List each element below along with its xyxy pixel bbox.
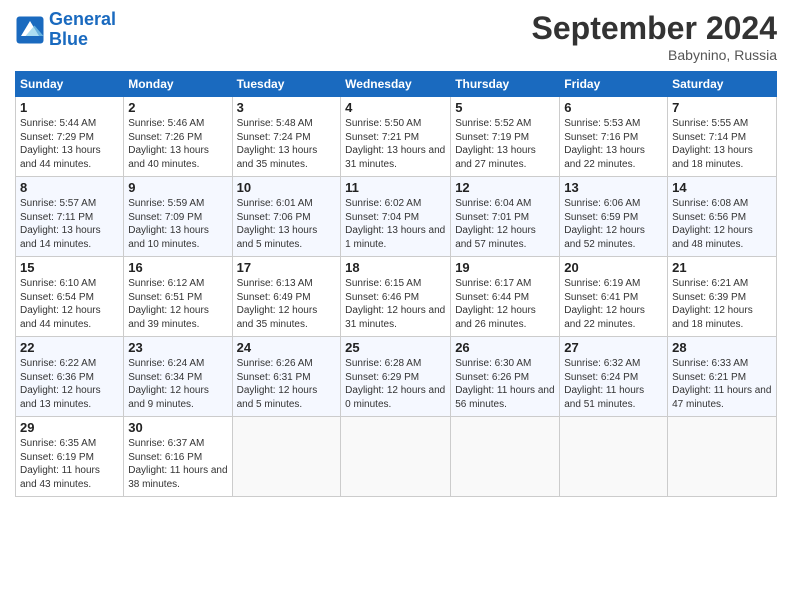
table-row: 21Sunrise: 6:21 AMSunset: 6:39 PMDayligh…	[668, 257, 777, 337]
logo: General Blue	[15, 10, 116, 50]
month-title: September 2024	[532, 10, 777, 47]
table-row: 2Sunrise: 5:46 AMSunset: 7:26 PMDaylight…	[124, 97, 232, 177]
table-row	[341, 417, 451, 497]
table-row: 26Sunrise: 6:30 AMSunset: 6:26 PMDayligh…	[451, 337, 560, 417]
table-row: 7Sunrise: 5:55 AMSunset: 7:14 PMDaylight…	[668, 97, 777, 177]
logo-name: General Blue	[49, 10, 116, 50]
table-row: 4Sunrise: 5:50 AMSunset: 7:21 PMDaylight…	[341, 97, 451, 177]
table-row: 15Sunrise: 6:10 AMSunset: 6:54 PMDayligh…	[16, 257, 124, 337]
table-row: 1Sunrise: 5:44 AMSunset: 7:29 PMDaylight…	[16, 97, 124, 177]
table-row: 17Sunrise: 6:13 AMSunset: 6:49 PMDayligh…	[232, 257, 341, 337]
col-tuesday: Tuesday	[232, 72, 341, 97]
col-thursday: Thursday	[451, 72, 560, 97]
table-row: 19Sunrise: 6:17 AMSunset: 6:44 PMDayligh…	[451, 257, 560, 337]
table-row	[451, 417, 560, 497]
calendar-table: Sunday Monday Tuesday Wednesday Thursday…	[15, 71, 777, 497]
col-saturday: Saturday	[668, 72, 777, 97]
table-row: 29Sunrise: 6:35 AMSunset: 6:19 PMDayligh…	[16, 417, 124, 497]
title-block: September 2024 Babynino, Russia	[532, 10, 777, 63]
table-row: 3Sunrise: 5:48 AMSunset: 7:24 PMDaylight…	[232, 97, 341, 177]
table-row: 12Sunrise: 6:04 AMSunset: 7:01 PMDayligh…	[451, 177, 560, 257]
table-row: 5Sunrise: 5:52 AMSunset: 7:19 PMDaylight…	[451, 97, 560, 177]
location-subtitle: Babynino, Russia	[532, 47, 777, 63]
col-friday: Friday	[560, 72, 668, 97]
table-row: 14Sunrise: 6:08 AMSunset: 6:56 PMDayligh…	[668, 177, 777, 257]
logo-text: General Blue	[49, 10, 116, 50]
table-row: 25Sunrise: 6:28 AMSunset: 6:29 PMDayligh…	[341, 337, 451, 417]
table-row: 24Sunrise: 6:26 AMSunset: 6:31 PMDayligh…	[232, 337, 341, 417]
table-row: 20Sunrise: 6:19 AMSunset: 6:41 PMDayligh…	[560, 257, 668, 337]
main-container: General Blue September 2024 Babynino, Ru…	[0, 0, 792, 502]
header: General Blue September 2024 Babynino, Ru…	[15, 10, 777, 63]
table-row: 27Sunrise: 6:32 AMSunset: 6:24 PMDayligh…	[560, 337, 668, 417]
table-row	[560, 417, 668, 497]
table-row: 6Sunrise: 5:53 AMSunset: 7:16 PMDaylight…	[560, 97, 668, 177]
table-row	[232, 417, 341, 497]
logo-icon	[15, 15, 45, 45]
header-row: Sunday Monday Tuesday Wednesday Thursday…	[16, 72, 777, 97]
table-row: 11Sunrise: 6:02 AMSunset: 7:04 PMDayligh…	[341, 177, 451, 257]
table-row: 18Sunrise: 6:15 AMSunset: 6:46 PMDayligh…	[341, 257, 451, 337]
table-row: 30Sunrise: 6:37 AMSunset: 6:16 PMDayligh…	[124, 417, 232, 497]
table-row	[668, 417, 777, 497]
table-row: 28Sunrise: 6:33 AMSunset: 6:21 PMDayligh…	[668, 337, 777, 417]
table-row: 22Sunrise: 6:22 AMSunset: 6:36 PMDayligh…	[16, 337, 124, 417]
col-monday: Monday	[124, 72, 232, 97]
col-sunday: Sunday	[16, 72, 124, 97]
col-wednesday: Wednesday	[341, 72, 451, 97]
table-row: 9Sunrise: 5:59 AMSunset: 7:09 PMDaylight…	[124, 177, 232, 257]
table-row: 16Sunrise: 6:12 AMSunset: 6:51 PMDayligh…	[124, 257, 232, 337]
table-row: 10Sunrise: 6:01 AMSunset: 7:06 PMDayligh…	[232, 177, 341, 257]
table-row: 8Sunrise: 5:57 AMSunset: 7:11 PMDaylight…	[16, 177, 124, 257]
table-row: 13Sunrise: 6:06 AMSunset: 6:59 PMDayligh…	[560, 177, 668, 257]
table-row: 23Sunrise: 6:24 AMSunset: 6:34 PMDayligh…	[124, 337, 232, 417]
